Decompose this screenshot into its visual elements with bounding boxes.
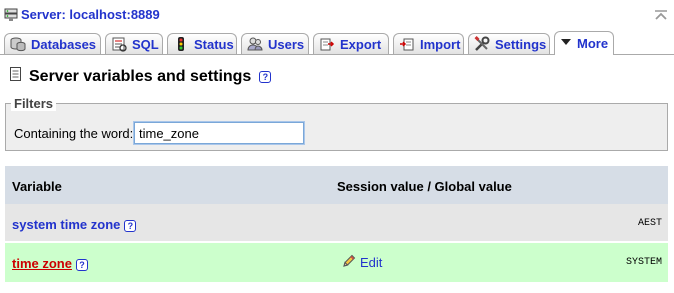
document-icon <box>9 66 23 87</box>
filters-fieldset: Filters Containing the word: <box>5 96 668 151</box>
sql-icon <box>111 36 127 52</box>
variable-name-text: system time zone <box>12 217 121 232</box>
variable-value: SYSTEM <box>625 257 662 268</box>
server-icon <box>4 8 18 25</box>
page-title-text: Server variables and settings <box>29 67 252 85</box>
collapse-chevron-icon[interactable] <box>654 9 668 23</box>
variables-table: Variable Session value / Global value sy… <box>5 166 668 282</box>
tab-databases-label: Databases <box>31 36 97 52</box>
tab-sql[interactable]: SQL <box>105 33 163 54</box>
edit-label: Edit <box>360 255 383 270</box>
page-title: Server variables and settings ? <box>9 66 272 87</box>
header-variable: Variable <box>12 179 62 194</box>
users-icon <box>247 36 263 52</box>
filter-label: Containing the word: <box>14 126 134 141</box>
table-header: Variable Session value / Global value <box>5 166 668 204</box>
variable-name-link[interactable]: system time zone? <box>12 217 137 232</box>
tab-status[interactable]: Status <box>167 33 237 54</box>
edit-button[interactable]: Edit <box>341 253 382 272</box>
variable-name-link[interactable]: time zone? <box>12 256 88 271</box>
help-icon[interactable]: ? <box>124 219 137 232</box>
help-icon[interactable]: ? <box>259 70 272 83</box>
pencil-icon <box>341 253 357 272</box>
export-icon <box>319 36 335 52</box>
tab-more-label: More <box>577 36 609 51</box>
top-menu-tabs: Databases SQL Status Users Export Import… <box>0 30 674 55</box>
table-row: time zone? Edit SYSTEM <box>5 243 668 282</box>
filters-legend: Filters <box>11 96 57 111</box>
import-icon <box>399 36 415 52</box>
tab-import-label: Import <box>420 36 461 52</box>
dropdown-triangle-icon <box>560 36 572 52</box>
tab-settings-label: Settings <box>495 36 547 52</box>
tab-export[interactable]: Export <box>313 33 389 54</box>
tab-sql-label: SQL <box>132 36 159 52</box>
tab-settings[interactable]: Settings <box>468 33 550 54</box>
variable-name-text: time zone <box>12 256 72 271</box>
filter-input[interactable] <box>133 121 305 145</box>
help-icon[interactable]: ? <box>75 258 88 271</box>
server-link[interactable]: Server: localhost:8889 <box>21 7 160 22</box>
tab-status-label: Status <box>194 36 234 52</box>
status-icon <box>173 36 189 52</box>
settings-icon <box>474 36 490 52</box>
tab-import[interactable]: Import <box>393 33 464 54</box>
variable-value: AEST <box>637 218 662 229</box>
table-row: system time zone? AEST <box>5 204 668 243</box>
tab-more[interactable]: More <box>554 31 614 55</box>
server-bar: Server: localhost:8889 <box>0 0 674 30</box>
tab-users-label: Users <box>268 36 305 52</box>
header-session-global-value: Session value / Global value <box>337 179 512 194</box>
tab-export-label: Export <box>340 36 382 52</box>
tab-databases[interactable]: Databases <box>4 33 101 54</box>
tab-users[interactable]: Users <box>241 33 309 54</box>
databases-icon <box>10 36 26 52</box>
